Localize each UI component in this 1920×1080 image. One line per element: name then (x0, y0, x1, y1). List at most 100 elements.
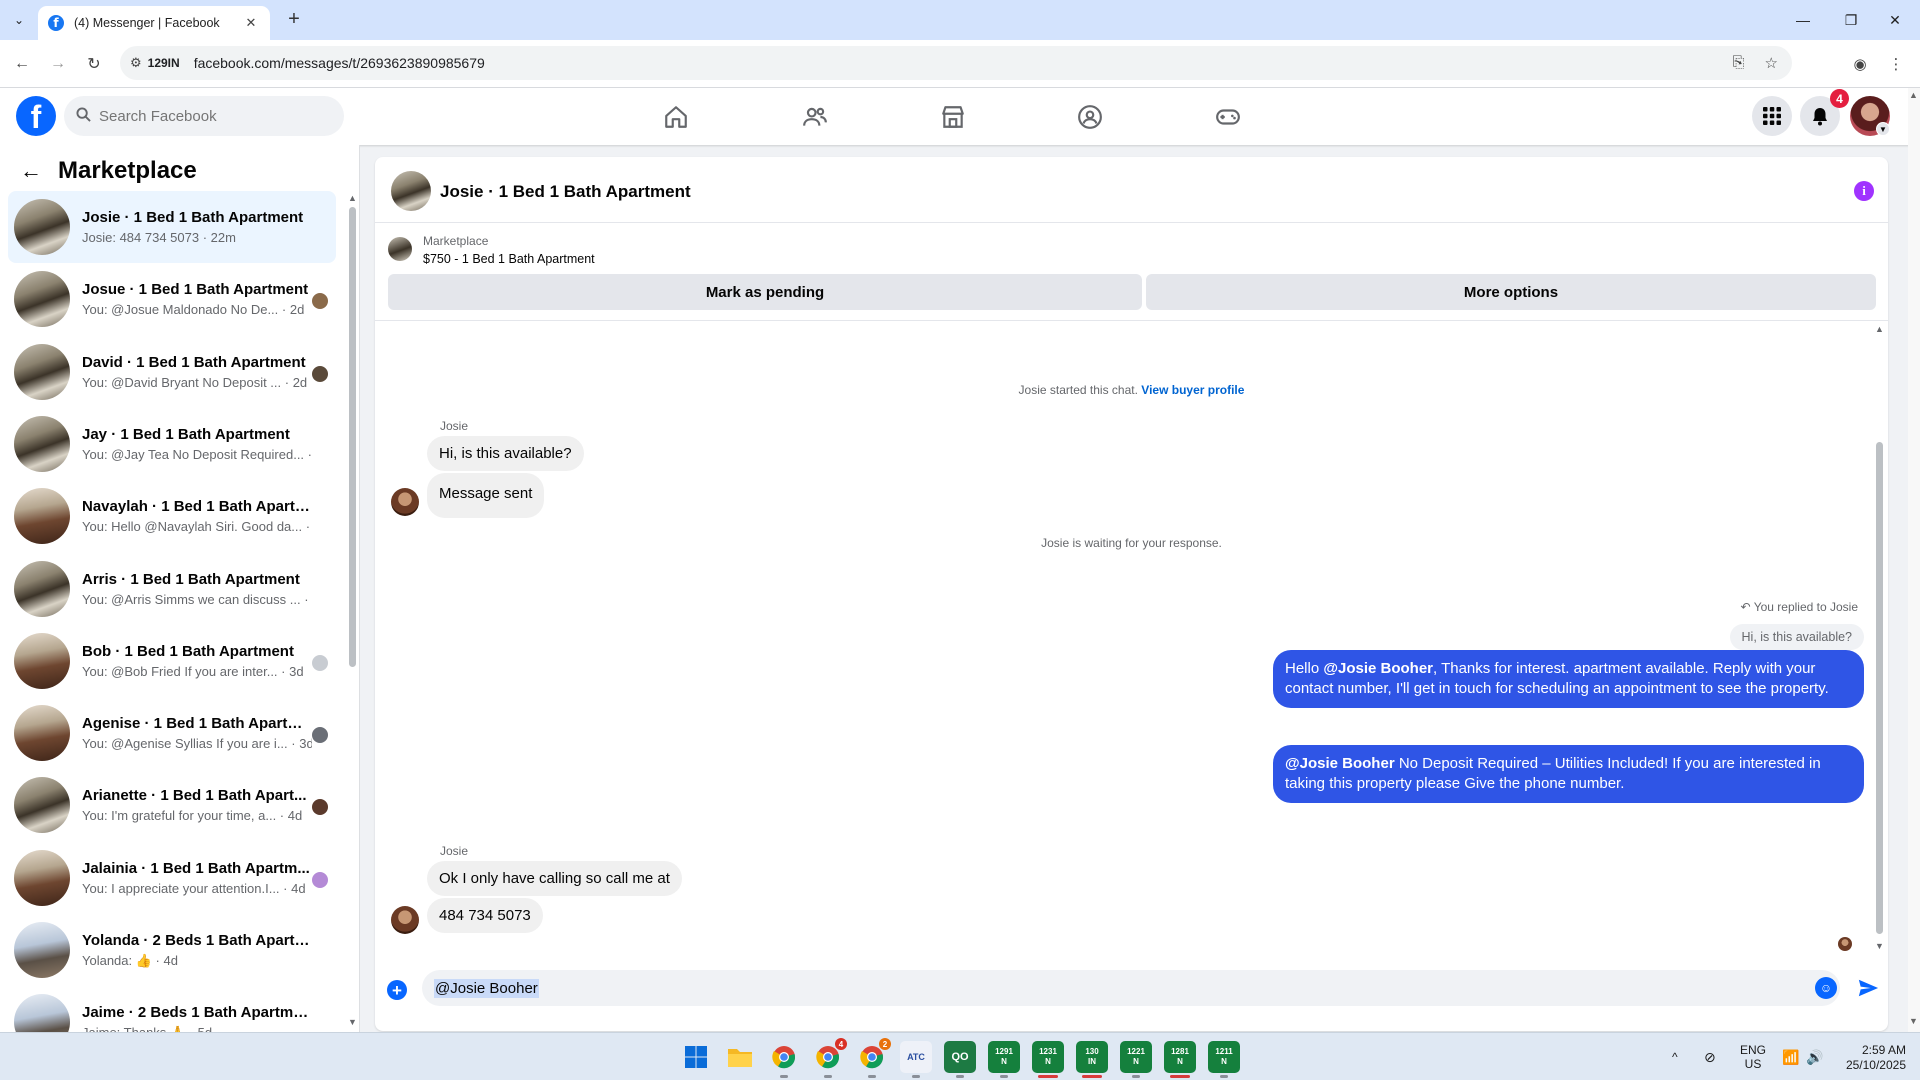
incoming-message[interactable]: Ok I only have calling so call me at (427, 861, 682, 896)
mention[interactable]: @Josie Booher (1323, 660, 1433, 677)
restore-icon[interactable]: ❐ (1828, 0, 1874, 40)
omnibox[interactable]: ⚙ 129IN facebook.com/messages/t/26936238… (120, 46, 1792, 80)
page-scroll-down-icon[interactable]: ▼ (1909, 1016, 1918, 1026)
show-hidden-icons[interactable]: ^ (1672, 1033, 1678, 1080)
conversation-item[interactable]: Arianette · 1 Bed 1 Bath Apart... You: I'… (8, 769, 336, 841)
chrome-profile-icon[interactable]: 4 (812, 1038, 847, 1078)
page-scroll-up-icon[interactable]: ▲ (1909, 90, 1918, 100)
conversation-item[interactable]: Yolanda · 2 Beds 1 Bath Apartme... Yoland… (8, 914, 336, 986)
chat-scroll-up-icon[interactable]: ▲ (1875, 324, 1884, 334)
file-explorer-icon[interactable] (724, 1041, 756, 1073)
app-tile-icon[interactable]: 130 IN (1076, 1041, 1108, 1078)
search-box[interactable] (64, 96, 344, 136)
info-icon[interactable]: i (1854, 181, 1874, 201)
chat-scrollbar[interactable] (1876, 442, 1883, 934)
window-close-icon[interactable]: ✕ (1872, 0, 1918, 40)
chrome-icon[interactable] (768, 1041, 800, 1078)
back-icon[interactable]: ← (10, 52, 34, 76)
install-app-icon[interactable]: ⎘ (1733, 54, 1745, 72)
chat-panel: Josie · 1 Bed 1 Bath Apartment i Marketp… (375, 157, 1888, 1031)
emoji-icon[interactable]: ☺ (1815, 977, 1837, 999)
site-info-chip[interactable]: ⚙ 129IN (130, 55, 180, 71)
facebook-logo-icon[interactable]: f (16, 96, 56, 136)
conversation-item[interactable]: Bob · 1 Bed 1 Bath Apartment You: @Bob Fr… (8, 625, 336, 697)
close-tab-icon[interactable]: ✕ (242, 15, 260, 31)
volume-icon[interactable]: 🔊 (1806, 1033, 1823, 1080)
chrome-profile-icon[interactable]: 2 (856, 1038, 891, 1078)
incoming-message[interactable]: Hi, is this available? (427, 436, 584, 471)
listing-title[interactable]: $750 - 1 Bed 1 Bath Apartment (423, 252, 595, 266)
plus-icon[interactable]: + (387, 980, 407, 1000)
conversation-name: Agenise · 1 Bed 1 Bath Apartm... (82, 715, 312, 733)
new-tab-button[interactable]: + (282, 8, 306, 31)
reply-quote[interactable]: Hi, is this available? (1729, 624, 1864, 650)
listing-avatar (14, 271, 70, 328)
app-tile-icon[interactable]: 1291 N (988, 1041, 1020, 1078)
nav-friends[interactable] (759, 88, 871, 145)
language-indicator[interactable]: ENG US (1740, 1033, 1766, 1080)
app-tile-icon[interactable]: 1231 N (1032, 1041, 1064, 1078)
nav-groups[interactable] (1034, 88, 1146, 145)
network-app-icon[interactable]: ATC (900, 1041, 932, 1078)
tab-search-icon[interactable]: ⌄ (8, 9, 30, 31)
incoming-message[interactable]: 484 734 5073 (427, 898, 543, 933)
url-text[interactable]: facebook.com/messages/t/2693623890985679 (194, 55, 485, 71)
nav-home[interactable] (620, 88, 732, 145)
search-input[interactable] (99, 107, 319, 125)
sync-off-icon[interactable]: ⊘ (1704, 1033, 1716, 1080)
page-scrollbar[interactable]: ▲ ▼ (1908, 88, 1920, 1032)
more-options-button[interactable]: More options (1146, 274, 1876, 310)
conversation-item[interactable]: Josue · 1 Bed 1 Bath Apartment You: @Josu… (8, 263, 336, 335)
back-arrow-icon[interactable]: ← (20, 158, 42, 184)
nav-gaming[interactable] (1172, 88, 1284, 145)
voice-app-icon[interactable]: QO (944, 1041, 976, 1078)
conversation-item[interactable]: Agenise · 1 Bed 1 Bath Apartm... You: @Ag… (8, 697, 336, 769)
notification-badge: 4 (1830, 89, 1849, 108)
listing-avatar (14, 922, 70, 978)
listing-avatar (14, 560, 70, 617)
minimize-icon[interactable]: — (1780, 0, 1826, 40)
sidebar-scrollbar[interactable] (349, 207, 356, 667)
conversation-item[interactable]: Jaime · 2 Beds 1 Bath Apartment Jaime: Th… (8, 986, 336, 1032)
send-button[interactable] (1855, 975, 1881, 1001)
wifi-icon[interactable]: 📶 (1782, 1033, 1799, 1080)
incoming-message[interactable]: Message sent (427, 473, 545, 518)
listing-avatar (14, 849, 70, 906)
scroll-up-icon[interactable]: ▲ (348, 193, 357, 203)
menu-grid-button[interactable] (1752, 96, 1792, 136)
message-input[interactable]: @Josie Booher (422, 970, 1840, 1006)
browser-tab[interactable]: f (4) Messenger | Facebook ✕ (38, 6, 270, 40)
conversation-item[interactable]: Jalainia · 1 Bed 1 Bath Apartm... You: I … (8, 842, 336, 914)
bookmark-star-icon[interactable]: ☆ (1765, 54, 1778, 72)
start-button[interactable] (680, 1041, 712, 1073)
conversation-item[interactable]: David · 1 Bed 1 Bath Apartment You: @Davi… (8, 336, 336, 408)
chat-title[interactable]: Josie · 1 Bed 1 Bath Apartment (440, 182, 691, 202)
chrome-menu-icon[interactable]: ⋮ (1884, 52, 1908, 76)
scroll-down-icon[interactable]: ▼ (348, 1017, 357, 1027)
view-buyer-profile-link[interactable]: View buyer profile (1141, 383, 1244, 397)
app-tile-icon[interactable]: 1221 N (1120, 1041, 1152, 1078)
outgoing-message[interactable]: Hello @Josie Booher, Thanks for interest… (1273, 650, 1864, 708)
conversation-item[interactable]: Josie · 1 Bed 1 Bath Apartment Josie: 484… (8, 191, 336, 263)
app-tile-icon[interactable]: 1211 N (1208, 1041, 1240, 1078)
app-tile-icon[interactable]: 1281 N (1164, 1041, 1196, 1078)
listing-avatar (14, 415, 70, 472)
mark-pending-button[interactable]: Mark as pending (388, 274, 1142, 310)
mention[interactable]: @Josie Booher (1285, 755, 1395, 772)
chat-avatar[interactable] (391, 171, 431, 211)
conversation-item[interactable]: Arris · 1 Bed 1 Bath Apartment You: @Arri… (8, 553, 336, 625)
forward-icon[interactable]: → (46, 52, 70, 76)
account-chevron-icon[interactable]: ▼ (1876, 122, 1890, 136)
nav-marketplace[interactable] (897, 88, 1009, 145)
composer-text[interactable]: @Josie Booher (434, 978, 539, 998)
conversation-preview: You: I'm grateful for your time, a... · … (82, 808, 303, 824)
chat-scroll-down-icon[interactable]: ▼ (1875, 941, 1884, 951)
outgoing-message[interactable]: @Josie Booher No Deposit Required – Util… (1273, 745, 1864, 803)
clock[interactable]: 2:59 AM 25/10/2025 (1836, 1043, 1906, 1073)
conversation-info: David · 1 Bed 1 Bath Apartment You: @Davi… (82, 354, 312, 390)
conversation-item[interactable]: Navaylah · 1 Bed 1 Bath Apartme... You: H… (8, 480, 336, 552)
profile-icon[interactable]: ◉ (1848, 52, 1872, 76)
reload-icon[interactable]: ↻ (82, 52, 106, 76)
conversation-item[interactable]: Jay · 1 Bed 1 Bath Apartment You: @Jay Te… (8, 408, 336, 480)
conversation-info: Arris · 1 Bed 1 Bath Apartment You: @Arri… (82, 571, 312, 607)
